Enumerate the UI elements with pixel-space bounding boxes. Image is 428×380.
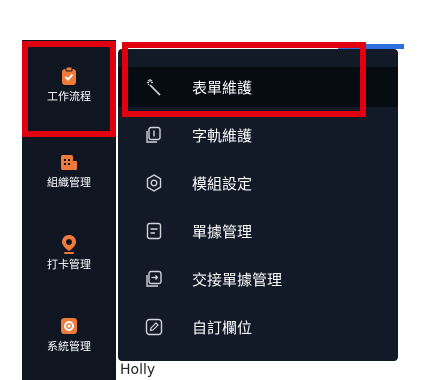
edit-field-icon — [144, 317, 164, 337]
highlight-box-sidebar — [22, 41, 116, 137]
menu-item-label: 模組設定 — [192, 174, 253, 193]
menu-item-label: 單據管理 — [192, 222, 253, 241]
sidebar-item-attendance[interactable]: 打卡管理 — [22, 234, 116, 272]
highlight-box-menu — [122, 42, 366, 117]
menu-item-document-management[interactable]: 單據管理 — [118, 211, 398, 251]
document-list-icon — [144, 221, 164, 241]
sidebar-item-organization[interactable]: 組織管理 — [22, 152, 116, 190]
menu-item-custom-fields[interactable]: 自訂欄位 — [118, 307, 398, 347]
location-pin-icon — [59, 234, 79, 254]
sidebar-item-label: 組織管理 — [47, 176, 91, 189]
sidebar-item-system[interactable]: 系統管理 — [22, 316, 116, 354]
menu-item-label: 交接單據管理 — [192, 270, 283, 289]
document-number-icon — [144, 125, 164, 145]
settings-gear-icon — [144, 173, 164, 193]
menu-item-label: 自訂欄位 — [192, 318, 253, 337]
sidebar-item-label: 系統管理 — [47, 340, 91, 353]
menu-item-serial-maintenance[interactable]: 字軌維護 — [118, 115, 398, 155]
background-text: Holly — [120, 362, 156, 378]
gear-icon — [59, 316, 79, 336]
org-chart-icon — [59, 152, 79, 172]
menu-item-label: 字軌維護 — [192, 126, 253, 145]
menu-item-module-settings[interactable]: 模組設定 — [118, 163, 398, 203]
sidebar-item-label: 打卡管理 — [47, 258, 91, 271]
menu-item-handover-document-management[interactable]: 交接單據管理 — [118, 259, 398, 299]
transfer-icon — [144, 269, 164, 289]
